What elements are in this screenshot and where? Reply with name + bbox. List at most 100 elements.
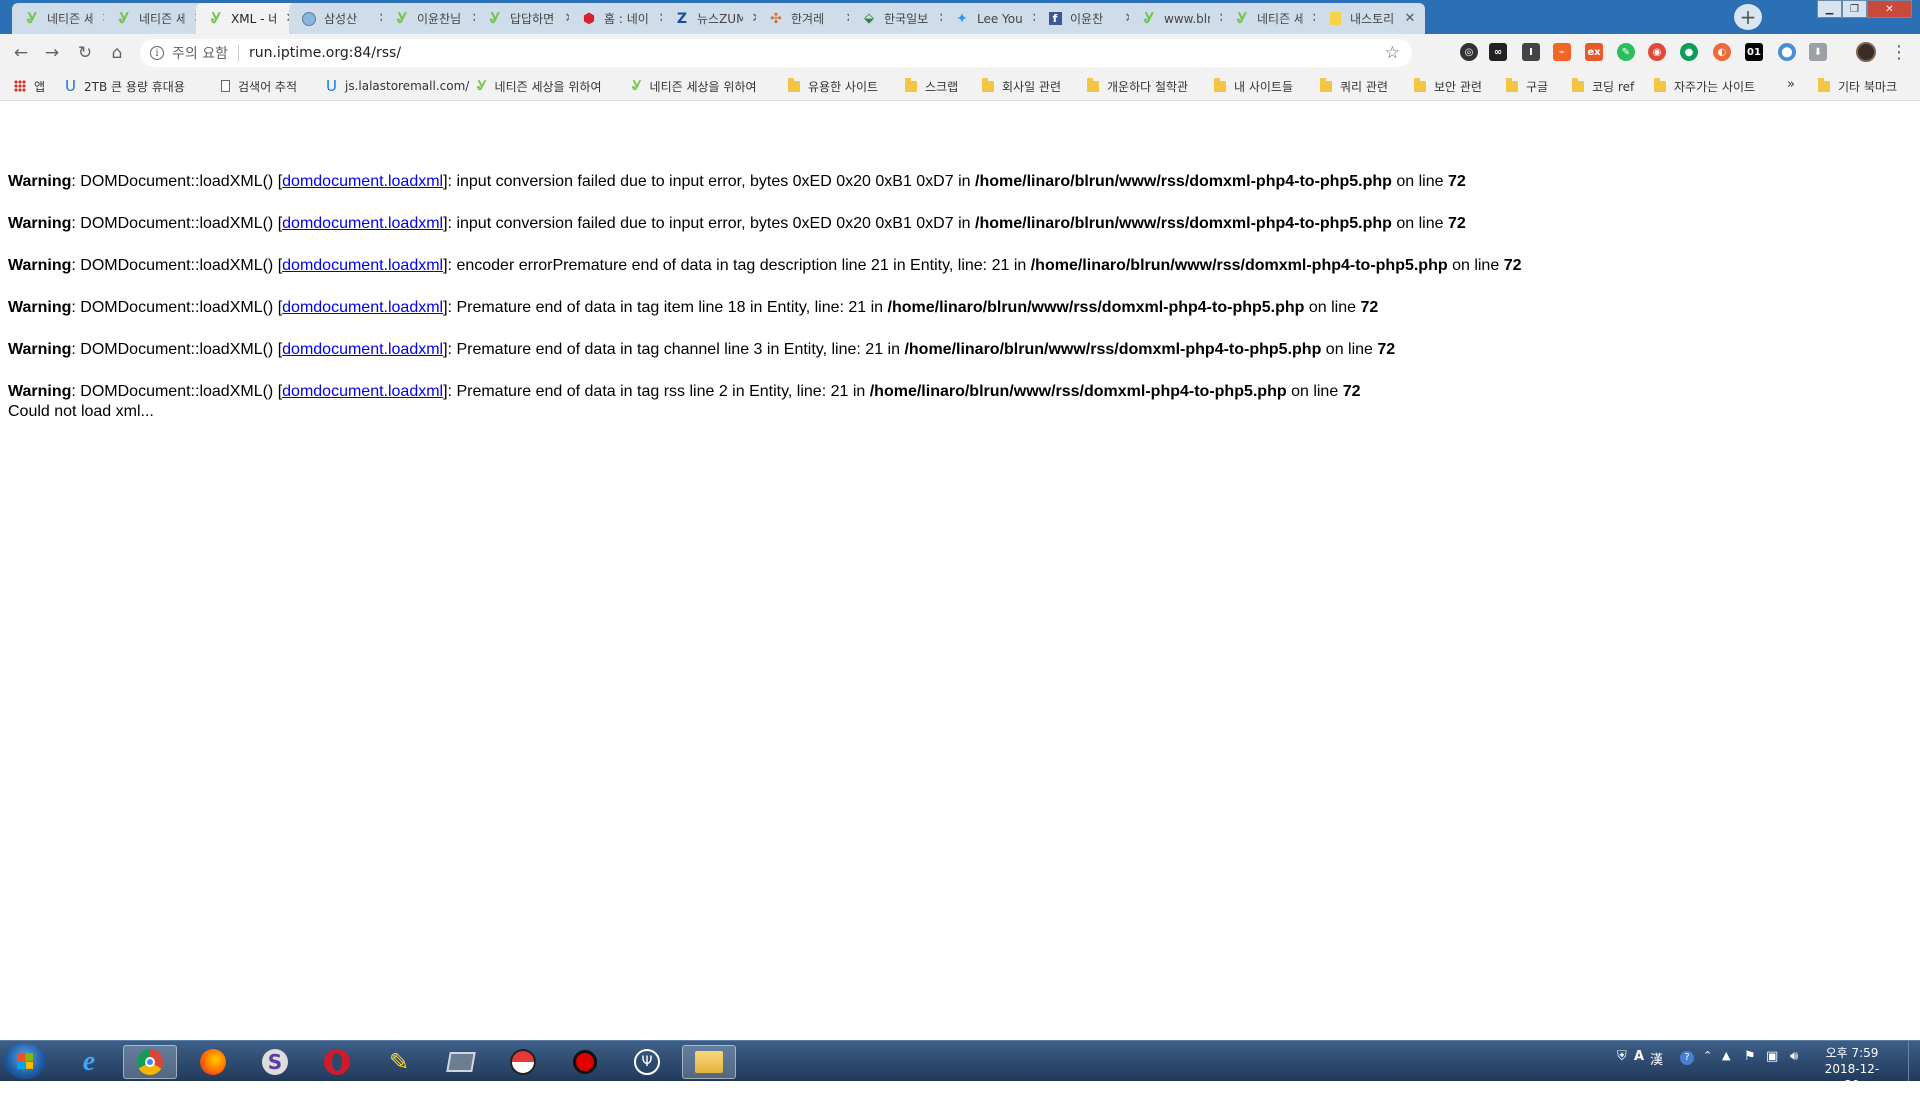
tab-close-icon[interactable]: ✕: [1403, 11, 1417, 26]
new-tab-button[interactable]: +: [1734, 4, 1762, 30]
doc-link[interactable]: domdocument.loadxml: [282, 173, 443, 190]
tray-ime-extra-icon[interactable]: ⌃: [1703, 1049, 1712, 1062]
bookmark-item[interactable]: 내 사이트들: [1214, 77, 1293, 95]
minimize-button[interactable]: ▁: [1817, 0, 1842, 18]
warning-label: Warning: [8, 383, 72, 400]
book-app-icon[interactable]: [434, 1045, 488, 1079]
bookmark-item[interactable]: Ꮍ 네티즌 세상을 위하여: [477, 77, 602, 95]
back-button[interactable]: ←: [10, 42, 32, 64]
extension-01-icon[interactable]: 01: [1745, 43, 1763, 61]
extension-info-icon[interactable]: I: [1522, 43, 1540, 61]
folder-icon: [788, 77, 800, 92]
system-clock[interactable]: 오후 7:59 2018-12-29: [1820, 1045, 1884, 1093]
firefox-icon[interactable]: [186, 1045, 240, 1079]
bookmark-item[interactable]: 구글: [1506, 77, 1548, 95]
ime-mode-icon[interactable]: A: [1634, 1049, 1644, 1064]
bookmark-star-icon[interactable]: ☆: [1385, 43, 1400, 63]
record-icon[interactable]: [558, 1045, 612, 1079]
other-bookmarks[interactable]: 기타 북마크: [1818, 77, 1897, 95]
word-on-line: on line: [1325, 341, 1373, 358]
ime-hanja-icon[interactable]: 漢: [1650, 1049, 1663, 1068]
doc-link[interactable]: domdocument.loadxml: [282, 215, 443, 232]
globe-icon: [301, 11, 317, 27]
bookmark-item[interactable]: 회사일 관련: [982, 77, 1061, 95]
volume-icon[interactable]: 🔊︎: [1790, 1049, 1798, 1064]
network-icon[interactable]: ▣: [1766, 1049, 1778, 1064]
forward-button[interactable]: →: [41, 42, 63, 64]
bookmark-item[interactable]: U 2TB 큰 용량 휴대용: [65, 77, 185, 95]
s-app-icon[interactable]: S: [248, 1045, 302, 1079]
internet-explorer-icon[interactable]: e: [62, 1045, 116, 1079]
warning-function: DOMDocument::loadXML(): [80, 341, 274, 358]
bookmark-item[interactable]: 쿼리 관련: [1320, 77, 1388, 95]
show-hidden-icons-icon[interactable]: ▲: [1722, 1049, 1730, 1062]
extension-glasses-icon[interactable]: ∞: [1489, 43, 1507, 61]
tab-title: 답답하면: [510, 12, 555, 26]
warning-line-number: 72: [1377, 341, 1396, 358]
extension-ex-icon[interactable]: ex: [1585, 43, 1603, 61]
show-desktop-button[interactable]: [1908, 1041, 1920, 1081]
bookmark-label: 네티즌 세상을 위하여: [649, 79, 757, 94]
final-error-message: Could not load xml...: [8, 403, 154, 420]
security-label[interactable]: 주의 요함: [172, 43, 228, 63]
extension-green-icon[interactable]: ●: [1680, 43, 1698, 61]
doc-link[interactable]: domdocument.loadxml: [282, 257, 443, 274]
extension-evernote-icon[interactable]: ✎: [1617, 43, 1635, 61]
warning-file-path: /home/linaro/blrun/www/rss/domxml-php4-t…: [975, 215, 1392, 232]
tab-title: 뉴스ZUM: [697, 12, 743, 26]
warning-message: input conversion failed due to input err…: [456, 215, 954, 232]
bookmark-item[interactable]: Ujs.lalastoremall.com/: [326, 77, 469, 95]
doc-link[interactable]: domdocument.loadxml: [282, 341, 443, 358]
action-center-flag-icon[interactable]: ⚑: [1744, 1049, 1756, 1064]
pencil-app-icon[interactable]: ✎: [372, 1045, 426, 1079]
url-text[interactable]: run.iptime.org:84/rss/: [249, 45, 401, 61]
close-window-button[interactable]: ✕: [1867, 0, 1912, 18]
opera-icon[interactable]: [310, 1045, 364, 1079]
bookmark-item[interactable]: 코딩 ref: [1572, 77, 1634, 95]
tree-app-icon[interactable]: Ψ: [620, 1045, 674, 1079]
tray-shield-icon[interactable]: ⛨: [1617, 1049, 1627, 1064]
bookmarks-bar: 앱 U 2TB 큰 용량 휴대용 검색어 추적 Ujs.lalastoremall.co…: [0, 71, 1920, 101]
tab-title: 네티즌 세: [47, 12, 93, 26]
bookmark-item[interactable]: 스크랩: [905, 77, 958, 95]
extension-rss-icon[interactable]: ⌁: [1553, 43, 1571, 61]
bookmarks-overflow-button[interactable]: »: [1787, 77, 1795, 92]
file-explorer-icon[interactable]: [682, 1045, 736, 1079]
warning-line-number: 72: [1447, 173, 1466, 190]
tab-14[interactable]: 내스토리 ✕: [1315, 3, 1425, 34]
extension-red-icon[interactable]: ◉: [1648, 43, 1666, 61]
folder-icon: [1320, 77, 1332, 92]
bookmark-item[interactable]: Ꮍ 네티즌 세상을 위하여: [632, 77, 757, 95]
doc-link[interactable]: domdocument.loadxml: [282, 299, 443, 316]
bookmark-item[interactable]: 개운하다 철학관: [1087, 77, 1188, 95]
profile-avatar[interactable]: [1856, 42, 1876, 62]
extension-orange-icon[interactable]: ◐: [1713, 43, 1731, 61]
menu-kebab-icon[interactable]: ⋮: [1890, 42, 1908, 63]
start-button[interactable]: [4, 1043, 46, 1079]
tab-title: 홈 : 네이: [604, 12, 649, 26]
bookmark-label: 검색어 추적: [238, 79, 298, 94]
home-button[interactable]: ⌂: [106, 42, 128, 64]
warning-label: Warning: [8, 173, 72, 190]
bookmark-item[interactable]: 앱: [14, 77, 45, 95]
bookmark-item[interactable]: 검색어 추적: [221, 77, 297, 95]
address-bar[interactable]: i 주의 요함 run.iptime.org:84/rss/ ☆: [140, 39, 1412, 67]
doc-link[interactable]: domdocument.loadxml: [282, 383, 443, 400]
maximize-button[interactable]: ❐: [1842, 0, 1867, 18]
warning-label: Warning: [8, 341, 72, 358]
chrome-icon[interactable]: [123, 1045, 177, 1079]
bookmark-item[interactable]: 자주가는 사이트: [1654, 77, 1755, 95]
bookmark-item[interactable]: 유용한 사이트: [788, 77, 878, 95]
bookmark-item[interactable]: 보안 관련: [1414, 77, 1482, 95]
extension-blue-badge-icon[interactable]: ⬤: [1778, 43, 1796, 61]
page-icon: [221, 80, 230, 92]
pokeball-app-icon[interactable]: [496, 1045, 550, 1079]
reload-button[interactable]: ↻: [74, 42, 96, 64]
ime-help-icon[interactable]: ?: [1680, 1051, 1694, 1065]
warning-file-path: /home/linaro/blrun/www/rss/domxml-php4-t…: [869, 383, 1287, 400]
bookmark-label: 코딩 ref: [1592, 79, 1635, 94]
info-icon[interactable]: i: [150, 46, 164, 60]
extension-chromium-icon[interactable]: ◎: [1460, 43, 1478, 61]
extension-download-icon[interactable]: ⬇: [1809, 43, 1827, 61]
word-in: in: [870, 299, 884, 316]
